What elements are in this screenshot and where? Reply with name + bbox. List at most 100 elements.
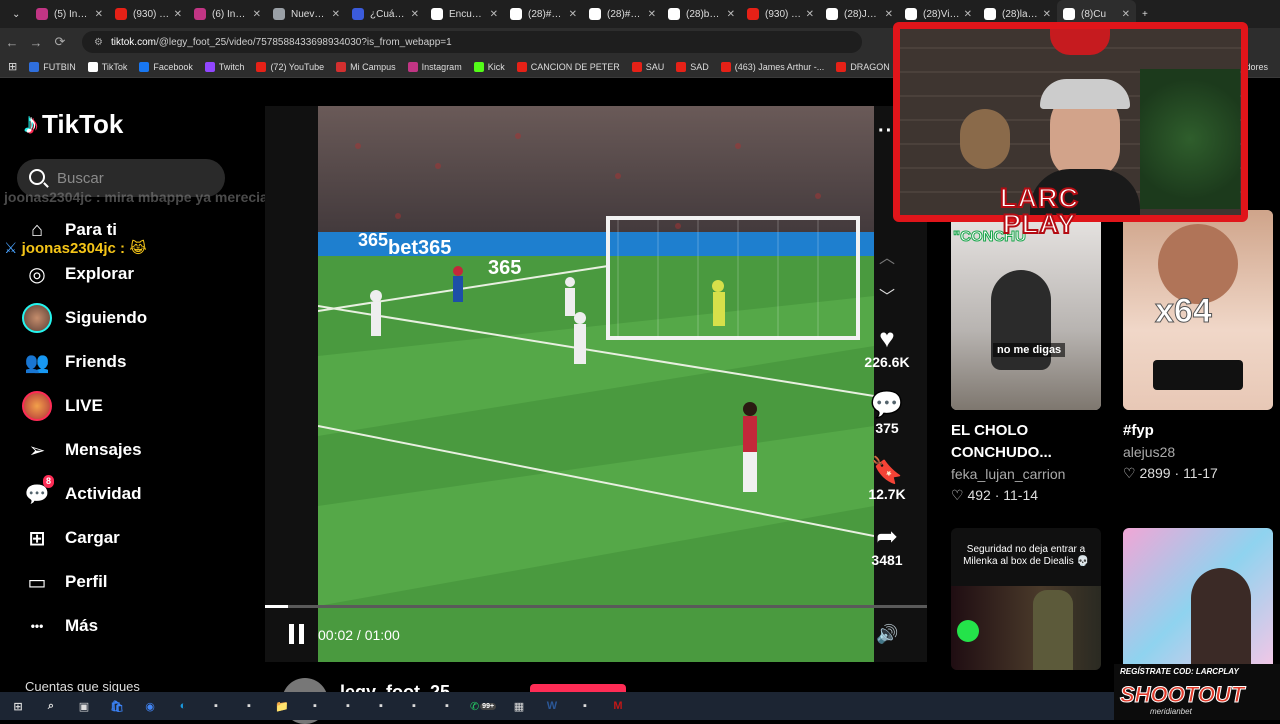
bookmark-item[interactable]: SAD xyxy=(676,61,709,72)
app-icon[interactable]: ▪ xyxy=(204,696,228,716)
browser-tab[interactable]: (5) Instagram ✕ xyxy=(30,0,109,28)
next-video-icon[interactable]: ﹀ xyxy=(876,283,898,307)
forward-icon[interactable]: → xyxy=(24,35,48,50)
close-tab-icon[interactable]: ✕ xyxy=(964,9,972,20)
app-icon[interactable]: ▪ xyxy=(369,696,393,716)
bookmark-item[interactable]: CANCION DE PETER xyxy=(516,61,620,72)
video-frame[interactable]: 365 bet365 365 xyxy=(318,106,874,662)
windows-icon[interactable]: ⊞ xyxy=(6,696,30,716)
browser-tab[interactable]: (6) Instagram ✕ xyxy=(188,0,267,28)
close-tab-icon[interactable]: ✕ xyxy=(332,9,340,20)
recommended-card[interactable]: "CONCHU no me digas EL CHOLO CONCHUDO...… xyxy=(951,210,1101,504)
tab-search-icon[interactable]: ⌄ xyxy=(6,0,30,28)
sidebar-item-perfil[interactable]: ▭ Perfil xyxy=(22,565,222,599)
close-tab-icon[interactable]: ✕ xyxy=(1043,9,1051,20)
word-icon[interactable]: W xyxy=(540,696,564,716)
bookmark-item[interactable]: Twitch xyxy=(204,61,244,72)
bookmark-item[interactable]: Mi Campus xyxy=(336,61,396,72)
app-icon[interactable]: ▪ xyxy=(573,696,597,716)
comment-action[interactable]: 💬 375 xyxy=(862,388,912,436)
card-title[interactable]: #fyp xyxy=(1123,420,1273,442)
whatsapp-icon[interactable]: ✆ 99+ xyxy=(468,696,498,716)
sidebar-item-label: Perfil xyxy=(65,572,108,591)
edge-icon[interactable]: ◐ xyxy=(171,696,195,716)
calculator-icon[interactable]: ▦ xyxy=(507,696,531,716)
store-icon[interactable]: 🛍 xyxy=(105,696,129,716)
volume-icon[interactable]: 🔊 xyxy=(876,624,898,645)
close-tab-icon[interactable]: ✕ xyxy=(1122,9,1130,20)
reload-icon[interactable]: ⟳ xyxy=(48,34,72,50)
browser-tab[interactable]: (28)barca ✕ xyxy=(662,0,741,28)
app-icon[interactable]: ▪ xyxy=(303,696,327,716)
chrome-icon[interactable]: ◉ xyxy=(138,696,162,716)
browser-tab[interactable]: Encuentra ✕ xyxy=(425,0,504,28)
sidebar-item-siguiendo[interactable]: Siguiendo xyxy=(22,301,222,335)
browser-tab[interactable]: (28)#pico ✕ xyxy=(504,0,583,28)
tab-title: ¿Cuál fue xyxy=(370,8,407,20)
bookmark-item[interactable]: FUTBIN xyxy=(29,61,76,72)
task-view-icon[interactable]: ▣ xyxy=(72,696,96,716)
like-action[interactable]: ♥ 226.6K xyxy=(862,322,912,370)
app-icon[interactable]: ▪ xyxy=(336,696,360,716)
back-icon[interactable]: ← xyxy=(0,35,24,50)
browser-tab[interactable]: Nueva pestaña ✕ xyxy=(267,0,346,28)
card-author[interactable]: feka_lujan_carrion xyxy=(951,466,1101,482)
apps-icon[interactable]: ⊞ xyxy=(8,60,17,73)
search-icon[interactable]: ⌕ xyxy=(39,696,63,716)
close-tab-icon[interactable]: ✕ xyxy=(806,9,814,20)
app-icon[interactable]: ▪ xyxy=(237,696,261,716)
folder-icon[interactable]: 📁 xyxy=(270,696,294,716)
tab-favicon xyxy=(589,8,601,20)
close-tab-icon[interactable]: ✕ xyxy=(411,9,419,20)
bookmark-item[interactable]: Kick xyxy=(473,61,505,72)
sidebar-item-cargar[interactable]: ⊞ Cargar xyxy=(22,521,222,555)
app-icon[interactable]: ▪ xyxy=(435,696,459,716)
bookmark-item[interactable]: SAU xyxy=(631,61,665,72)
sidebar-item-live[interactable]: LIVE xyxy=(22,389,222,423)
browser-tab[interactable]: ¿Cuál fue ✕ xyxy=(346,0,425,28)
close-tab-icon[interactable]: ✕ xyxy=(727,9,735,20)
pause-icon[interactable] xyxy=(288,624,306,644)
close-tab-icon[interactable]: ✕ xyxy=(569,9,577,20)
card-thumbnail[interactable]: Seguridad no deja entrar a Milenka al bo… xyxy=(951,528,1101,670)
close-tab-icon[interactable]: ✕ xyxy=(253,9,261,20)
sidebar-item-mensajes[interactable]: ➢ Mensajes xyxy=(22,433,222,467)
site-info-icon[interactable]: ⚙ xyxy=(94,37,103,48)
recommended-card[interactable] xyxy=(1123,528,1273,670)
close-tab-icon[interactable]: ✕ xyxy=(648,9,656,20)
tiktok-logo[interactable]: ♪ TikTok xyxy=(24,108,123,140)
browser-tab[interactable]: (930) YouTube ✕ xyxy=(741,0,820,28)
browser-tab[interactable]: (930) HD ✕ xyxy=(109,0,188,28)
recommended-card[interactable]: Seguridad no deja entrar a Milenka al bo… xyxy=(951,528,1101,670)
browser-tab[interactable]: (28)Jeffer ✕ xyxy=(820,0,899,28)
video-progress-bar[interactable] xyxy=(265,605,927,608)
sidebar-item-friends[interactable]: 👥 Friends xyxy=(22,345,222,379)
close-tab-icon[interactable]: ✕ xyxy=(490,9,498,20)
app-icon[interactable]: ▪ xyxy=(402,696,426,716)
bookmark-item[interactable]: (463) James Arthur -... xyxy=(720,61,824,72)
bookmark-item[interactable]: Facebook xyxy=(139,61,193,72)
card-thumbnail[interactable]: "CONCHU no me digas xyxy=(951,210,1101,410)
sidebar-item-actividad[interactable]: 💬 8 Actividad xyxy=(22,475,222,511)
close-tab-icon[interactable]: ✕ xyxy=(95,9,103,20)
share-action[interactable]: ➦ 3481 xyxy=(862,520,912,568)
save-action[interactable]: 🔖 12.7K xyxy=(862,454,912,502)
bookmark-item[interactable]: Instagram xyxy=(407,61,462,72)
previous-video-icon[interactable]: ︿ xyxy=(876,244,898,268)
card-title[interactable]: EL CHOLO CONCHUDO... xyxy=(951,420,1101,464)
browser-tab[interactable]: (28)#viral ✕ xyxy=(583,0,662,28)
sidebar-item-explorar[interactable]: ◎ Explorar xyxy=(22,257,222,291)
close-tab-icon[interactable]: ✕ xyxy=(174,9,182,20)
card-author[interactable]: alejus28 xyxy=(1123,444,1273,460)
card-thumbnail[interactable] xyxy=(1123,528,1273,670)
url-field[interactable]: ⚙ tiktok.com/@legy_foot_25/video/7578588… xyxy=(82,31,862,53)
sidebar-item-m-s[interactable]: ••• Más xyxy=(22,609,222,643)
bookmark-item[interactable]: TikTok xyxy=(87,61,127,72)
windows-taskbar: ⊞ ⌕ ▣ 🛍 ◉ ◐ ▪ ▪ 📁 ▪ ▪ ▪ ▪ ▪ ✆ 99+ ▦ W ▪ M xyxy=(0,692,1280,720)
recommended-card[interactable]: x64 #fyp alejus28 ♡ 2899 · 11-17 xyxy=(1123,210,1273,482)
mcafee-icon[interactable]: M xyxy=(606,696,630,716)
card-thumbnail[interactable]: x64 xyxy=(1123,210,1273,410)
bookmark-label: SAU xyxy=(645,61,665,72)
close-tab-icon[interactable]: ✕ xyxy=(885,9,893,20)
bookmark-item[interactable]: (72) YouTube xyxy=(256,61,324,72)
